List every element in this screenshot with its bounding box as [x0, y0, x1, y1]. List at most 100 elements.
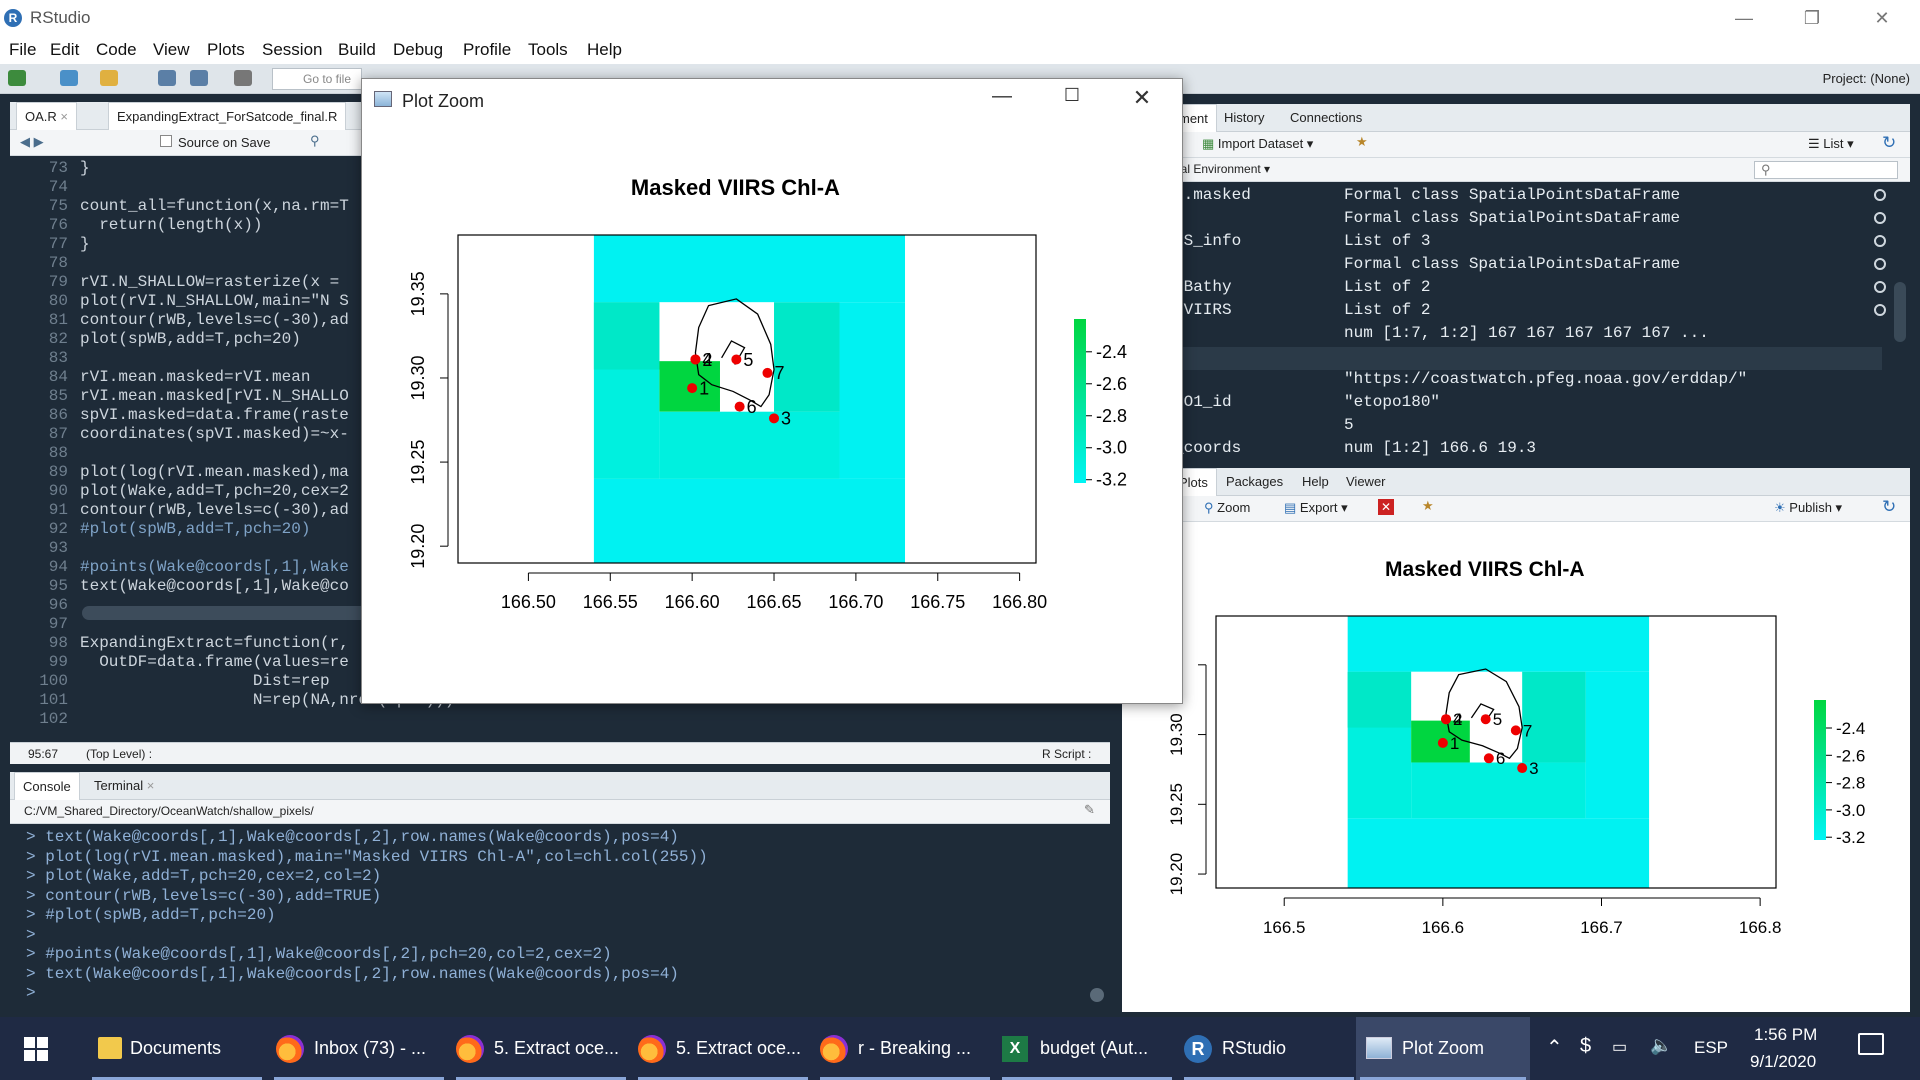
clock-date[interactable]: 9/1/2020 [1750, 1052, 1816, 1072]
new-file-icon[interactable] [8, 70, 26, 86]
view-magnifier-icon[interactable] [1874, 258, 1886, 270]
tab-console[interactable]: Console [14, 772, 80, 800]
language-indicator[interactable]: ESP [1694, 1038, 1728, 1058]
publish-button[interactable]: ☀ Publish ▾ [1774, 500, 1842, 516]
broom-icon[interactable]: ★ [1356, 134, 1368, 150]
menu-view[interactable]: View [153, 40, 190, 60]
zoom-minimize-button[interactable]: — [982, 85, 1022, 113]
task-firefox-extract-1[interactable]: 5. Extract oce... [452, 1017, 630, 1080]
env-row[interactable]: RS_info List of 3 [1174, 232, 1886, 255]
refresh-icon[interactable]: ↻ [1882, 497, 1896, 517]
env-search-input[interactable]: ⚲ [1754, 161, 1898, 179]
scope-selector[interactable]: (Top Level) : [86, 747, 152, 761]
env-scrollbar[interactable] [1894, 282, 1906, 342]
list-view-selector[interactable]: ☰ List ▾ [1808, 136, 1854, 152]
menu-file[interactable]: File [9, 40, 36, 60]
view-magnifier-icon[interactable] [1874, 189, 1886, 201]
windows-start-icon[interactable] [24, 1037, 48, 1061]
export-button[interactable]: ▤ Export ▾ [1284, 500, 1348, 516]
data-point [690, 354, 701, 365]
file-type-selector[interactable]: R Script : [1042, 747, 1091, 761]
code-text: rVI.N_SHALLOW=rasterize(x = [80, 273, 349, 291]
code-line: 102 [10, 710, 80, 729]
tab-oa-r[interactable]: OA.R × [16, 102, 78, 130]
menu-code[interactable]: Code [96, 40, 137, 60]
task-plot-zoom[interactable]: Plot Zoom [1356, 1017, 1530, 1080]
env-scope-selector[interactable]: bal Environment ▾ [1174, 162, 1270, 176]
battery-icon[interactable]: ▭ [1612, 1037, 1627, 1057]
menu-profile[interactable]: Profile [463, 40, 511, 60]
chevron-up-icon[interactable]: ⌃ [1546, 1035, 1563, 1060]
env-value-row[interactable]: 5 [1174, 416, 1886, 439]
task-rstudio[interactable]: R RStudio [1180, 1017, 1358, 1080]
broom-icon[interactable]: ★ [1422, 498, 1434, 514]
menu-tools[interactable]: Tools [528, 40, 568, 60]
menu-build[interactable]: Build [338, 40, 376, 60]
env-row[interactable]: eVIIRS List of 2 [1174, 301, 1886, 324]
env-row[interactable]: num [1:7, 1:2] 167 167 167 167 167 ... [1174, 324, 1886, 347]
notification-icon[interactable] [1858, 1033, 1884, 1055]
back-forward-icon[interactable]: ◀ ▶ [20, 134, 44, 150]
tab-expanding-extract[interactable]: ExpandingExtract_ForSatcode_final.R [108, 102, 347, 130]
tab-connections[interactable]: Connections [1282, 104, 1370, 132]
env-row[interactable]: eBathy List of 2 [1174, 278, 1886, 301]
goto-file-input[interactable]: Go to file [272, 68, 362, 90]
tab-terminal[interactable]: Terminal × [86, 772, 162, 800]
task-excel-budget[interactable]: X budget (Aut... [998, 1017, 1176, 1080]
save-icon[interactable] [158, 70, 176, 86]
clear-console-icon[interactable]: ✎ [1084, 802, 1095, 818]
tab-help[interactable]: Help [1294, 468, 1337, 496]
menu-help[interactable]: Help [587, 40, 622, 60]
env-row[interactable]: eFormal class SpatialPointsDataFrame [1174, 255, 1886, 278]
minimize-button[interactable]: — [1724, 4, 1764, 32]
tab-history[interactable]: History [1216, 104, 1272, 132]
project-menu[interactable]: Project: (None) [1823, 71, 1910, 86]
menu-session[interactable]: Session [262, 40, 322, 60]
view-magnifier-icon[interactable] [1874, 304, 1886, 316]
restore-button[interactable]: ❐ [1792, 4, 1832, 32]
menu-debug[interactable]: Debug [393, 40, 443, 60]
env-value-row[interactable]: _coords num [1:2] 166.6 19.3 [1174, 439, 1886, 462]
env-toolbar: ▦ Import Dataset ▾ ★ ☰ List ▾ ↻ [1170, 132, 1910, 158]
task-firefox-inbox[interactable]: Inbox (73) - ... [270, 1017, 448, 1080]
heatmap-cell [1347, 616, 1650, 672]
task-firefox-extract-2[interactable]: 5. Extract oce... [634, 1017, 812, 1080]
task-documents[interactable]: Documents [88, 1017, 266, 1080]
env-row[interactable]: I.masked Formal class SpatialPointsDataFr… [1174, 186, 1886, 209]
x-tick-label: 166.80 [992, 592, 1047, 612]
source-on-save-checkbox[interactable] [160, 135, 172, 147]
console-output[interactable]: > text(Wake@coords[,1],Wake@coords[,2],r… [10, 824, 1110, 1012]
volume-icon[interactable]: 🔈 [1650, 1035, 1672, 1056]
tab-packages[interactable]: Packages [1218, 468, 1291, 496]
menu-edit[interactable]: Edit [50, 40, 79, 60]
task-firefox-breaking[interactable]: r - Breaking ... [816, 1017, 994, 1080]
zoom-maximize-button[interactable]: ☐ [1052, 85, 1092, 113]
env-value-row[interactable]: u"https://coastwatch.pfeg.noaa.gov/erdda… [1174, 370, 1886, 393]
close-button[interactable]: ✕ [1862, 4, 1902, 32]
remove-plot-icon[interactable]: ✕ [1378, 499, 1394, 515]
refresh-icon[interactable]: ↻ [1882, 133, 1896, 153]
open-file-icon[interactable] [100, 70, 118, 86]
zoom-close-button[interactable]: ✕ [1122, 85, 1162, 113]
values-section-header[interactable]: s [1170, 347, 1882, 370]
legend-colorbar [1814, 700, 1826, 840]
legend-label: -2.6 [1836, 746, 1865, 765]
import-dataset-button[interactable]: ▦ Import Dataset ▾ [1202, 136, 1313, 152]
save-all-icon[interactable] [190, 70, 208, 86]
code-line: 78 [10, 254, 80, 273]
menu-plots[interactable]: Plots [207, 40, 245, 60]
view-magnifier-icon[interactable] [1874, 281, 1886, 293]
view-magnifier-icon[interactable] [1874, 235, 1886, 247]
line-number: 91 [48, 501, 68, 519]
tab-viewer[interactable]: Viewer [1338, 468, 1394, 496]
env-value-row[interactable]: PO1_id "etopo180" [1174, 393, 1886, 416]
print-icon[interactable] [234, 70, 252, 86]
clock-time[interactable]: 1:56 PM [1754, 1025, 1817, 1045]
chart-title: Masked VIIRS Chl-A [1385, 558, 1585, 581]
env-row[interactable]: BFormal class SpatialPointsDataFrame [1174, 209, 1886, 232]
dollar-icon[interactable]: $ [1580, 1035, 1591, 1058]
search-icon[interactable]: ⚲ [310, 133, 320, 149]
new-project-icon[interactable] [60, 70, 78, 86]
zoom-button[interactable]: ⚲ Zoom [1204, 500, 1250, 516]
view-magnifier-icon[interactable] [1874, 212, 1886, 224]
